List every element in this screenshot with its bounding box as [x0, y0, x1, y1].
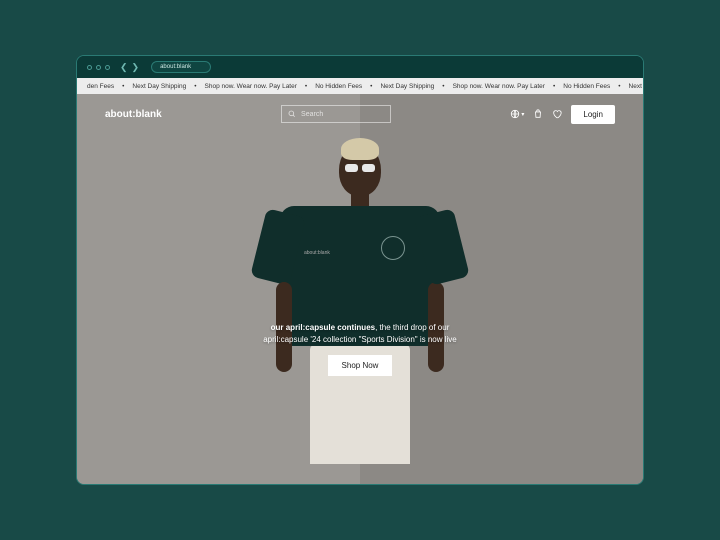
nav-arrows: ❮ ❯	[120, 62, 139, 73]
maximize-dot[interactable]	[105, 65, 110, 70]
ticker-item: No Hidden Fees	[309, 83, 368, 90]
ticker-item: Shop now. Wear now. Pay Later	[447, 83, 551, 90]
forward-button[interactable]: ❯	[132, 62, 140, 73]
globe-icon	[510, 109, 520, 119]
header-icons: ▾ Login	[510, 105, 615, 124]
back-button[interactable]: ❮	[120, 62, 128, 73]
search-placeholder: Search	[301, 111, 323, 118]
hero-model-image: about:blank	[270, 144, 450, 484]
hero-headline-rest: , the third drop of our	[375, 323, 449, 332]
bag-icon	[533, 109, 543, 119]
login-label: Login	[583, 110, 603, 119]
hero-subline: april:capsule '24 collection "Sports Div…	[263, 335, 457, 344]
ticker-item: Shop now. Wear now. Pay Later	[199, 83, 303, 90]
heart-icon	[552, 109, 562, 119]
url-bar[interactable]: about:blank	[151, 61, 211, 73]
minimize-dot[interactable]	[96, 65, 101, 70]
top-nav: about:blank Search ▾ Login	[77, 94, 643, 134]
ticker-item: Next Day Shipping	[374, 83, 440, 90]
browser-window: ❮ ❯ about:blank den Fees • Next Day Ship…	[76, 55, 644, 485]
site-viewport: den Fees • Next Day Shipping • Shop now.…	[77, 78, 643, 484]
login-button[interactable]: Login	[571, 105, 615, 124]
ticker-item: No Hidden Fees	[557, 83, 616, 90]
close-dot[interactable]	[87, 65, 92, 70]
hero-section: about:blank our april:capsule continues,…	[77, 94, 643, 484]
locale-selector[interactable]: ▾	[510, 109, 524, 119]
site-logo[interactable]: about:blank	[105, 109, 162, 120]
search-icon	[288, 110, 296, 118]
shop-now-label: Shop Now	[342, 361, 379, 370]
ticker-item: Next D	[623, 83, 643, 90]
announcement-ticker: den Fees • Next Day Shipping • Shop now.…	[77, 78, 643, 94]
wishlist-button[interactable]	[552, 109, 562, 119]
search-input[interactable]: Search	[281, 105, 391, 123]
hero-headline: our april:capsule continues, the third d…	[263, 322, 457, 344]
hero-headline-bold: our april:capsule continues	[271, 323, 375, 332]
cart-button[interactable]	[533, 109, 543, 119]
shop-now-button[interactable]: Shop Now	[328, 355, 393, 376]
browser-titlebar: ❮ ❯ about:blank	[77, 56, 643, 78]
chevron-down-icon: ▾	[521, 111, 524, 118]
window-controls	[87, 65, 110, 70]
url-text: about:blank	[160, 64, 191, 70]
ticker-item: den Fees	[81, 83, 120, 90]
ticker-item: Next Day Shipping	[126, 83, 192, 90]
